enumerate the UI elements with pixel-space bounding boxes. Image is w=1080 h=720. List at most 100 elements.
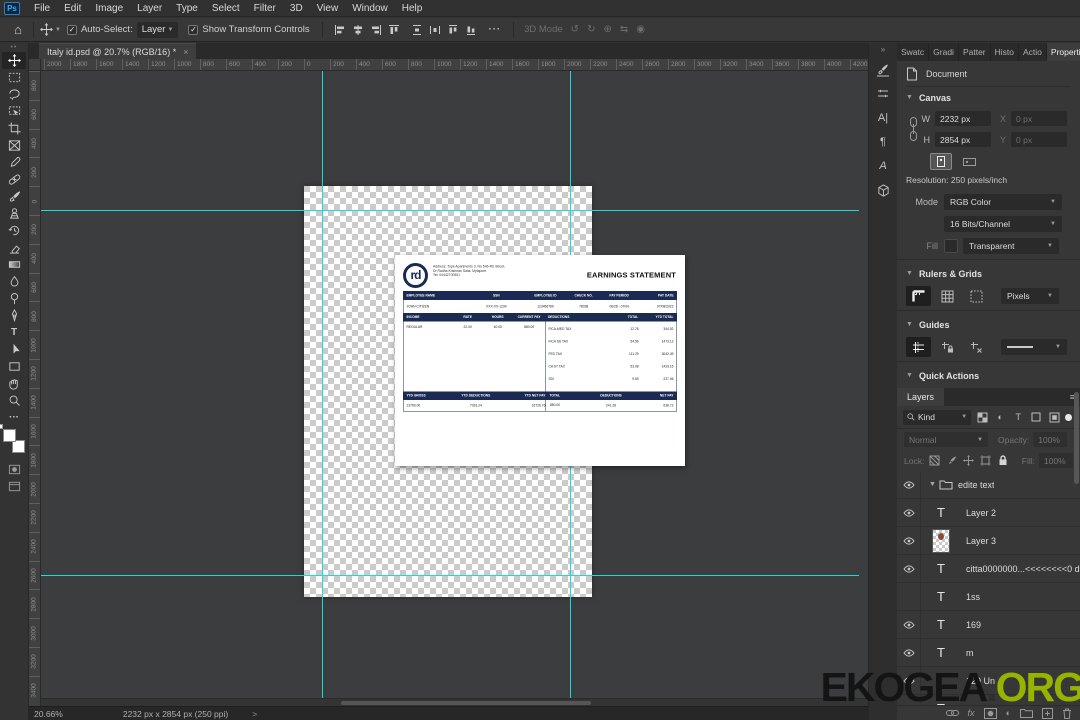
lasso-tool[interactable]	[2, 86, 26, 103]
eraser-tool[interactable]	[2, 239, 26, 256]
menu-item[interactable]: Edit	[57, 3, 88, 14]
brush-tool[interactable]	[2, 188, 26, 205]
bit-depth-select[interactable]: 16 Bits/Channel ▼	[944, 216, 1062, 232]
layer-name[interactable]: 1ss	[966, 592, 980, 602]
panel-tab[interactable]: Actio	[1019, 43, 1047, 61]
layer-row[interactable]: ▼ T 1ss	[897, 583, 1080, 611]
clone-stamp-tool[interactable]	[2, 205, 26, 222]
toggle-grid-button[interactable]	[935, 286, 960, 306]
menu-item[interactable]: File	[27, 3, 57, 14]
filter-toggle-icon[interactable]	[1065, 413, 1073, 421]
layer-row[interactable]: ▼ T Layer 2	[897, 499, 1080, 527]
panel-tab[interactable]: Properties	[1046, 43, 1080, 61]
glyphs-panel-icon[interactable]: A	[872, 156, 894, 176]
guide-horizontal-2[interactable]	[41, 575, 859, 576]
align-horizontal-centers-icon[interactable]	[351, 23, 366, 37]
history-brush-tool[interactable]	[2, 222, 26, 239]
menu-item[interactable]: 3D	[283, 3, 310, 14]
toolbar-drag-handle[interactable]: ••	[11, 44, 18, 51]
panel-tab[interactable]: Swatc	[897, 43, 930, 61]
auto-select-checkbox[interactable]: ✓	[66, 24, 77, 35]
distribute-top-edges-icon[interactable]	[446, 23, 461, 37]
layer-row[interactable]: ▼ T citta0000000...<<<<<<<<0 d	[897, 555, 1080, 583]
layer-filter-kind[interactable]: Kind ▼	[903, 409, 972, 425]
rectangle-tool[interactable]	[2, 358, 26, 375]
zoom-tool[interactable]	[2, 392, 26, 409]
color-mode-select[interactable]: RGB Color ▼	[944, 194, 1062, 210]
width-field[interactable]: 2232 px	[935, 111, 991, 126]
filter-shape-layers-icon[interactable]	[1029, 410, 1043, 425]
gradient-tool[interactable]	[2, 256, 26, 273]
character-panel-icon[interactable]: A|	[872, 108, 894, 128]
visibility-toggle[interactable]	[897, 527, 921, 554]
visibility-toggle[interactable]	[897, 471, 921, 498]
distribute-horizontal-centers-icon[interactable]	[428, 23, 443, 37]
move-tool-icon[interactable]	[40, 23, 53, 36]
close-tab-icon[interactable]: ×	[183, 47, 188, 57]
eyedropper-tool[interactable]	[2, 154, 26, 171]
menu-item[interactable]: Window	[345, 3, 395, 14]
earnings-statement-layer[interactable]: rd Address: Tope Apartments 3, No 546 4t…	[395, 255, 685, 466]
clone-source-icon[interactable]	[872, 84, 894, 104]
layer-name[interactable]: 169	[966, 620, 981, 630]
layer-thumbnail[interactable]: T	[921, 561, 961, 576]
document-tab[interactable]: Italy id.psd @ 20.7% (RGB/16) * ×	[39, 43, 197, 59]
layer-thumbnail[interactable]: T	[921, 505, 961, 520]
rectangular-marquee-tool[interactable]	[2, 69, 26, 86]
distribute-vertical-centers-icon[interactable]	[410, 23, 425, 37]
lock-transparent-icon[interactable]	[928, 454, 941, 468]
visibility-toggle[interactable]	[897, 555, 921, 582]
brush-settings-icon[interactable]	[872, 60, 894, 80]
ruler-origin-corner[interactable]	[29, 59, 41, 71]
pen-tool[interactable]	[2, 307, 26, 324]
blur-tool[interactable]	[2, 273, 26, 290]
align-top-edges-icon[interactable]	[387, 23, 402, 37]
fill-swatch[interactable]	[944, 239, 958, 253]
filter-pixel-layers-icon[interactable]	[975, 410, 989, 425]
spot-healing-brush-tool[interactable]	[2, 171, 26, 188]
foreground-color-swatch[interactable]	[3, 429, 16, 442]
guide-style-select[interactable]: ▼	[1001, 339, 1067, 355]
align-right-edges-icon[interactable]	[369, 23, 384, 37]
photoshop-logo[interactable]: Ps	[4, 1, 20, 15]
paragraph-panel-icon[interactable]: ¶	[872, 132, 894, 152]
edit-toolbar-icon[interactable]: ···	[2, 409, 26, 426]
menu-item[interactable]: Filter	[247, 3, 283, 14]
quick-mask-icon[interactable]	[2, 461, 26, 478]
collapse-panels-icon[interactable]: »	[881, 45, 885, 54]
align-left-edges-icon[interactable]	[333, 23, 348, 37]
dodge-tool[interactable]	[2, 290, 26, 307]
panel-tab[interactable]: Patter	[959, 43, 991, 61]
layer-thumbnail[interactable]: T	[921, 528, 961, 553]
panel-tab[interactable]: Gradi	[929, 43, 959, 61]
panel-tab[interactable]: Histo	[991, 43, 1020, 61]
layer-thumbnail[interactable]: T	[921, 589, 961, 604]
layer-name[interactable]: Layer 3	[966, 536, 996, 546]
status-caret-icon[interactable]: >	[252, 709, 257, 719]
link-dimensions-icon[interactable]	[906, 108, 920, 150]
frame-tool[interactable]	[2, 137, 26, 154]
layer-thumbnail[interactable]: T	[921, 645, 961, 660]
visibility-toggle[interactable]	[897, 611, 921, 638]
show-transform-checkbox[interactable]: ✓	[188, 24, 199, 35]
home-icon[interactable]: ⌂	[9, 22, 27, 37]
group-chevron-icon[interactable]: ▼	[929, 481, 936, 488]
path-selection-tool[interactable]	[2, 341, 26, 358]
clear-guides-button[interactable]	[964, 337, 989, 357]
layer-name[interactable]: citta0000000...<<<<<<<<0 d	[966, 564, 1080, 574]
more-options-icon[interactable]: ···	[489, 24, 502, 35]
layer-name[interactable]: edite text	[958, 480, 995, 490]
lock-pixels-icon[interactable]	[945, 454, 958, 468]
scrollbar-thumb[interactable]	[341, 701, 591, 705]
menu-item[interactable]: Select	[205, 3, 247, 14]
distribute-bottom-edges-icon[interactable]	[464, 23, 479, 37]
canvas-viewport[interactable]: rd Address: Tope Apartments 3, No 546 4t…	[41, 71, 868, 706]
canvas-section-header[interactable]: ▼ Canvas	[906, 87, 1071, 108]
lock-all-icon[interactable]	[996, 454, 1009, 468]
layer-name[interactable]: Layer 2	[966, 508, 996, 518]
guide-vertical-1[interactable]	[322, 71, 323, 706]
ruler-units-select[interactable]: Pixels ▼	[1001, 288, 1059, 304]
move-tool-caret[interactable]: ▼	[55, 27, 61, 33]
horizontal-scrollbar[interactable]	[41, 698, 868, 706]
crop-tool[interactable]	[2, 120, 26, 137]
